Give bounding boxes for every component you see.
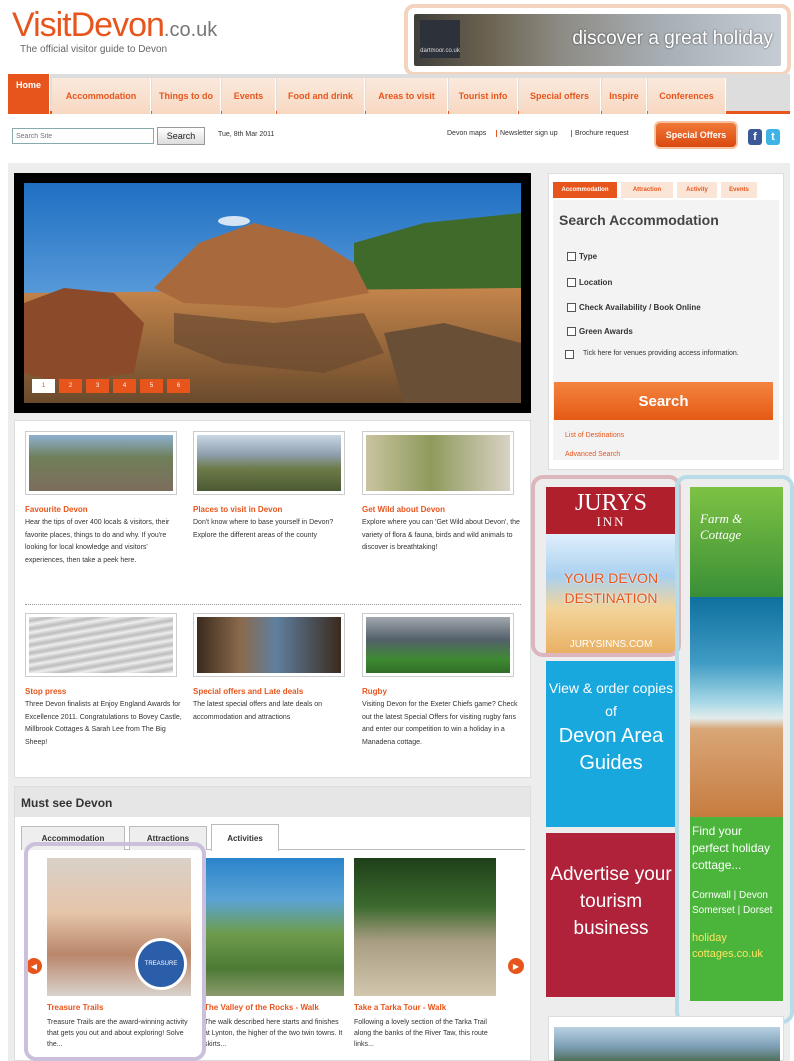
card-thumbnail[interactable] — [25, 613, 177, 677]
activity-title[interactable]: Take a Tarka Tour - Walk — [354, 1003, 496, 1013]
slide-page-6[interactable]: 6 — [167, 379, 190, 393]
nav-tab-food-and-drink[interactable]: Food and drink — [277, 78, 365, 114]
slideshow-pager: 1 2 3 4 5 6 — [32, 379, 190, 393]
search-tab-accommodation[interactable]: Accommodation — [553, 182, 617, 198]
nav-tab-things-to-do[interactable]: Things to do — [152, 78, 221, 114]
nav-tab-conferences[interactable]: Conferences — [648, 78, 726, 114]
hero-image — [24, 183, 521, 403]
card-title[interactable]: Special offers and Late deals — [193, 687, 355, 696]
search-tab-activity[interactable]: Activity — [677, 182, 717, 198]
carousel-next-arrow-icon[interactable]: ▶ — [508, 958, 524, 974]
guides-line1: View & order copies of — [548, 680, 674, 719]
card-title[interactable]: Rugby — [362, 687, 524, 696]
card-special-offers[interactable]: Special offers and Late deals The latest… — [193, 613, 355, 724]
slide-page-3[interactable]: 3 — [86, 379, 109, 393]
slide-page-5[interactable]: 5 — [140, 379, 163, 393]
devon-maps-link[interactable]: Devon maps — [447, 130, 486, 137]
twitter-icon[interactable]: t — [766, 129, 780, 145]
guides-line2: Devon Area Guides — [558, 725, 664, 774]
card-thumbnail[interactable] — [362, 613, 514, 677]
nav-tab-areas-to-visit[interactable]: Areas to visit — [366, 78, 448, 114]
newsletter-link[interactable]: Newsletter sign up — [496, 130, 558, 137]
site-search-input[interactable] — [12, 128, 154, 144]
nav-tab-special-offers[interactable]: Special offers — [519, 78, 601, 114]
site-logo[interactable]: VisitDevon.co.uk The official visitor gu… — [12, 6, 218, 55]
list-of-destinations-link[interactable]: List of Destinations — [565, 432, 624, 439]
type-checkbox[interactable] — [567, 252, 576, 261]
slide-page-4[interactable]: 4 — [113, 379, 136, 393]
card-description: Explore where you can 'Get Wild about De… — [362, 519, 520, 551]
nav-tab-tourist-info[interactable]: Tourist info — [449, 78, 518, 114]
search-tab-events[interactable]: Events — [721, 182, 757, 198]
access-checkbox[interactable] — [565, 350, 574, 359]
tab-activities[interactable]: Activities — [211, 824, 279, 851]
accommodation-search-panel: Accommodation Attraction Activity Events… — [548, 173, 784, 470]
highlight-frame — [24, 842, 206, 1061]
card-favourite-devon[interactable]: Favourite Devon Hear the tips of over 40… — [25, 431, 187, 567]
card-description: Visiting Devon for the Exeter Chiefs gam… — [362, 701, 518, 746]
site-tagline: The official visitor guide to Devon — [20, 44, 168, 55]
card-description: The latest special offers and late deals… — [193, 701, 323, 721]
card-thumbnail[interactable] — [362, 431, 514, 495]
content-cards: Favourite Devon Hear the tips of over 40… — [14, 420, 531, 778]
coast-promo-image[interactable] — [548, 1016, 784, 1061]
hero-slideshow[interactable]: 1 2 3 4 5 6 — [14, 173, 531, 413]
site-search-button[interactable]: Search — [157, 127, 205, 145]
option-check-availability[interactable]: Check Availability / Book Online — [567, 303, 701, 312]
green-awards-checkbox[interactable] — [567, 327, 576, 336]
accommodation-search-button[interactable]: Search — [554, 382, 773, 420]
option-green-awards[interactable]: Green Awards — [567, 327, 633, 336]
banner-text: discover a great holiday — [572, 28, 773, 49]
main-nav: Home Accommodation Things to do Events F… — [8, 74, 790, 114]
card-stop-press[interactable]: Stop press Three Devon finalists at Enjo… — [25, 613, 187, 749]
dartmoor-logo: dartmoor.co.uk — [420, 20, 460, 58]
nav-tab-home[interactable]: Home — [8, 74, 50, 114]
nav-tab-events[interactable]: Events — [222, 78, 276, 114]
slide-page-1[interactable]: 1 — [32, 379, 55, 393]
card-thumbnail[interactable] — [193, 431, 345, 495]
facebook-icon[interactable]: f — [748, 129, 762, 145]
activity-title[interactable]: The Valley of the Rocks - Walk — [204, 1003, 344, 1013]
must-see-heading: Must see Devon — [15, 787, 530, 817]
brand-name: VisitDevon.co.uk — [12, 6, 218, 44]
search-tab-attraction[interactable]: Attraction — [621, 182, 673, 198]
area-guides-ad[interactable]: View & order copies of Devon Area Guides — [546, 661, 676, 827]
activity-image[interactable] — [354, 858, 496, 996]
card-thumbnail[interactable] — [25, 431, 177, 495]
activity-image[interactable] — [204, 858, 344, 996]
availability-checkbox[interactable] — [567, 303, 576, 312]
activity-description: Following a lovely section of the Tarka … — [354, 1019, 488, 1048]
search-heading: Search Accommodation — [559, 212, 719, 228]
dartmoor-banner-ad[interactable]: dartmoor.co.uk discover a great holiday — [404, 4, 791, 76]
location-checkbox[interactable] — [567, 278, 576, 287]
special-offers-button[interactable]: Special Offers — [656, 123, 736, 147]
card-rugby[interactable]: Rugby Visiting Devon for the Exeter Chie… — [362, 613, 524, 749]
activity-description: The walk described here starts and finis… — [204, 1019, 343, 1048]
card-title[interactable]: Get Wild about Devon — [362, 505, 524, 514]
card-title[interactable]: Favourite Devon — [25, 505, 187, 514]
nav-tab-accommodation[interactable]: Accommodation — [52, 78, 151, 114]
card-thumbnail[interactable] — [193, 613, 345, 677]
card-description: Don't know where to base yourself in Dev… — [193, 519, 334, 539]
nav-tab-inspire[interactable]: Inspire — [602, 78, 647, 114]
card-description: Hear the tips of over 400 locals & visit… — [25, 519, 170, 564]
option-type[interactable]: Type — [567, 252, 597, 261]
option-access-info[interactable]: Tick here for venues providing access in… — [565, 350, 765, 359]
slide-page-2[interactable]: 2 — [59, 379, 82, 393]
card-description: Three Devon finalists at Enjoy England A… — [25, 701, 182, 746]
card-title[interactable]: Places to visit in Devon — [193, 505, 355, 514]
card-get-wild[interactable]: Get Wild about Devon Explore where you c… — [362, 431, 524, 555]
advertise-ad[interactable]: Advertise your tourism business — [546, 833, 676, 997]
activity-valley-of-rocks[interactable]: The Valley of the Rocks - Walk The walk … — [204, 858, 344, 1050]
option-location[interactable]: Location — [567, 278, 612, 287]
current-date: Tue, 8th Mar 2011 — [218, 131, 275, 138]
highlight-frame — [675, 475, 794, 1024]
activity-tarka-tour[interactable]: Take a Tarka Tour - Walk Following a lov… — [354, 858, 496, 1050]
highlight-frame — [531, 475, 681, 657]
brochure-request-link[interactable]: Brochure request — [571, 130, 629, 137]
card-places-to-visit[interactable]: Places to visit in Devon Don't know wher… — [193, 431, 355, 542]
advanced-search-link[interactable]: Advanced Search — [565, 451, 620, 458]
cards-divider — [25, 604, 521, 605]
card-title[interactable]: Stop press — [25, 687, 187, 696]
